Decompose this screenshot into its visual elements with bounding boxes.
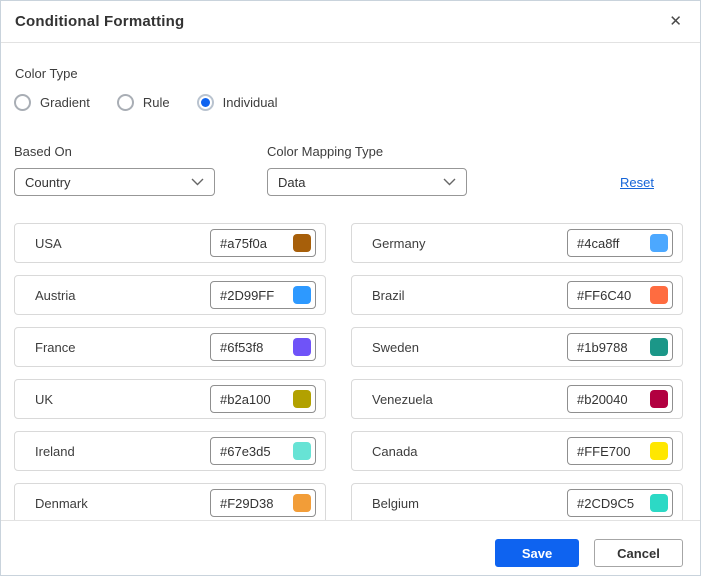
radio-circle-icon (14, 94, 31, 111)
color-field (567, 229, 673, 257)
chevron-down-icon (443, 178, 456, 186)
dialog-footer: Save Cancel (1, 520, 700, 575)
color-field (210, 281, 316, 309)
color-field (567, 281, 673, 309)
cancel-button[interactable]: Cancel (594, 539, 683, 567)
based-on-value: Country (25, 174, 71, 190)
color-swatch[interactable] (293, 234, 311, 252)
country-row-france: France (14, 327, 326, 367)
radio-individual[interactable]: Individual (196, 94, 278, 111)
color-field (567, 385, 673, 413)
color-field (567, 489, 673, 517)
close-icon[interactable]: ✕ (667, 12, 684, 31)
color-field (567, 437, 673, 465)
color-swatch[interactable] (293, 494, 311, 512)
reset-link[interactable]: Reset (620, 175, 654, 190)
color-type-radio-group: Gradient Rule Individual (14, 94, 700, 111)
country-name: Austria (35, 287, 76, 303)
based-on-label: Based On (14, 144, 72, 159)
country-row-venezuela: Venezuela (351, 379, 683, 419)
color-field (210, 489, 316, 517)
save-button[interactable]: Save (495, 539, 579, 567)
color-swatch[interactable] (293, 390, 311, 408)
country-row-brazil: Brazil (351, 275, 683, 315)
country-name: Ireland (35, 443, 75, 459)
country-name: Canada (372, 443, 418, 459)
conditional-formatting-dialog: Conditional Formatting ✕ Color Type Grad… (0, 0, 701, 576)
radio-gradient-label: Gradient (40, 95, 90, 110)
country-row-denmark: Denmark (14, 483, 326, 520)
country-row-sweden: Sweden (351, 327, 683, 367)
color-swatch[interactable] (293, 442, 311, 460)
color-swatch[interactable] (650, 234, 668, 252)
based-on-dropdown[interactable]: Country (14, 168, 215, 196)
color-swatch[interactable] (650, 494, 668, 512)
country-color-list: USA Germany Austria (14, 223, 700, 520)
dialog-title: Conditional Formatting (15, 13, 185, 30)
color-swatch[interactable] (650, 390, 668, 408)
country-row-canada: Canada (351, 431, 683, 471)
radio-rule[interactable]: Rule (116, 94, 170, 111)
color-field (210, 333, 316, 361)
color-mapping-type-group: Color Mapping Type Data (267, 144, 467, 196)
dropdown-section: Based On Country Color Mapping Type Data (14, 144, 700, 196)
country-row-usa: USA (14, 223, 326, 263)
country-name: UK (35, 391, 54, 407)
country-name: USA (35, 235, 62, 251)
dialog-body: Color Type Gradient Rule Individual Base… (1, 43, 700, 520)
country-name: Brazil (372, 287, 405, 303)
radio-circle-icon (116, 94, 134, 111)
color-field (210, 437, 316, 465)
radio-individual-label: Individual (222, 95, 278, 110)
radio-circle-icon (196, 94, 214, 111)
color-type-label: Color Type (15, 66, 78, 81)
color-mapping-type-value: Data (278, 174, 306, 190)
radio-rule-label: Rule (142, 95, 170, 110)
country-name: Venezuela (372, 391, 433, 407)
country-row-uk: UK (14, 379, 326, 419)
color-mapping-type-dropdown[interactable]: Data (267, 168, 467, 196)
color-swatch[interactable] (650, 442, 668, 460)
country-name: Germany (372, 235, 426, 251)
radio-gradient[interactable]: Gradient (14, 94, 90, 111)
color-field (567, 333, 673, 361)
country-row-ireland: Ireland (14, 431, 326, 471)
color-mapping-type-label: Color Mapping Type (267, 144, 384, 159)
color-swatch[interactable] (650, 286, 668, 304)
country-name: Sweden (372, 339, 419, 355)
country-name: Denmark (35, 495, 88, 511)
country-name: France (35, 339, 76, 355)
color-swatch[interactable] (293, 286, 311, 304)
chevron-down-icon (191, 178, 204, 186)
country-row-belgium: Belgium (351, 483, 683, 520)
dialog-header: Conditional Formatting ✕ (1, 1, 700, 43)
country-row-austria: Austria (14, 275, 326, 315)
country-name: Belgium (372, 495, 419, 511)
color-swatch[interactable] (650, 338, 668, 356)
color-field (210, 229, 316, 257)
color-swatch[interactable] (293, 338, 311, 356)
country-row-germany: Germany (351, 223, 683, 263)
based-on-group: Based On Country (14, 144, 215, 196)
color-field (210, 385, 316, 413)
